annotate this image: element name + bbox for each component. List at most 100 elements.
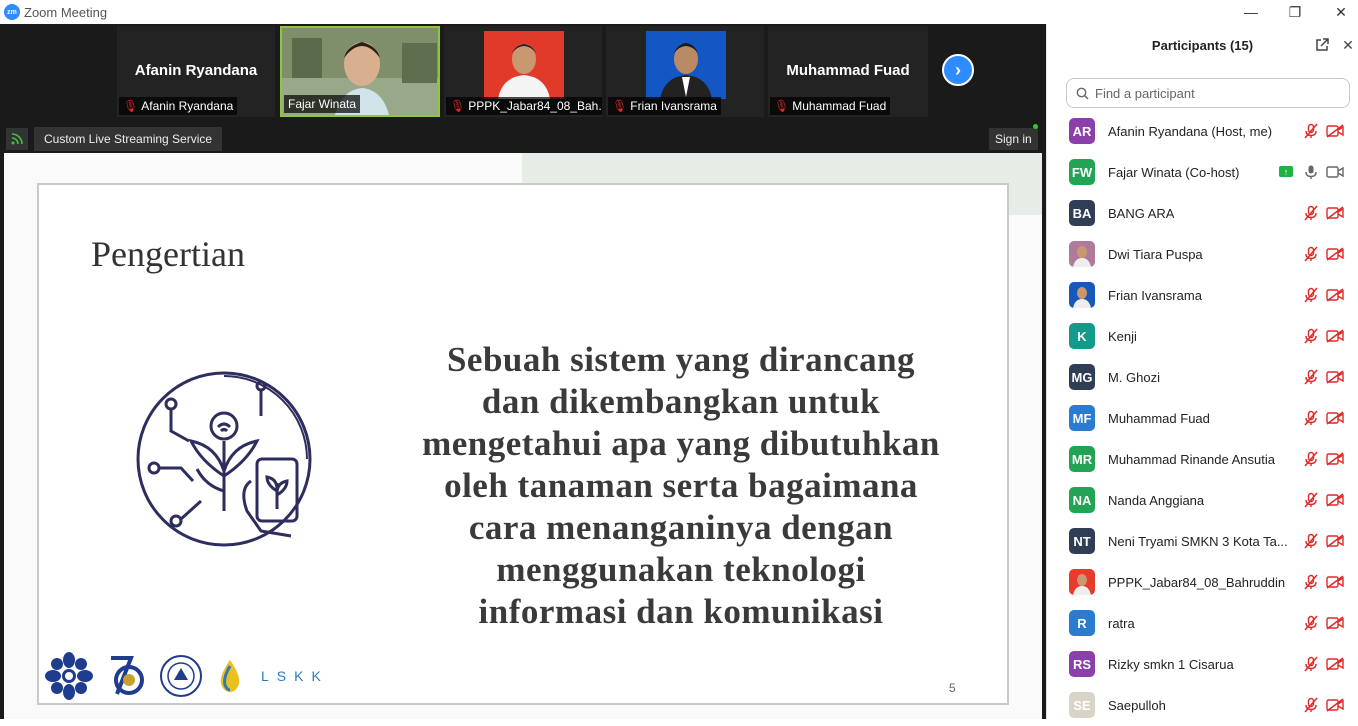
video-off-icon[interactable] xyxy=(1326,698,1344,712)
video-off-icon[interactable] xyxy=(1326,370,1344,384)
avatar: BA xyxy=(1069,200,1095,226)
participant-row[interactable]: MF Muhammad Fuad xyxy=(1047,398,1358,439)
anniversary-75-logo-icon xyxy=(111,656,144,695)
mic-muted-icon[interactable] xyxy=(1303,123,1319,139)
video-off-icon[interactable] xyxy=(1326,575,1344,589)
video-off-icon[interactable] xyxy=(1326,206,1344,220)
restore-icon[interactable]: ❐ xyxy=(1272,0,1318,24)
tile-label-text: PPPK_Jabar84_08_Bah... xyxy=(468,99,602,113)
avatar: SE xyxy=(1069,692,1095,718)
video-off-icon[interactable] xyxy=(1326,452,1344,466)
tile-label-text: Frian Ivansrama xyxy=(630,99,717,113)
video-off-icon[interactable] xyxy=(1326,124,1344,138)
flower-logo-icon xyxy=(45,652,93,700)
participant-name: Neni Tryami SMKN 3 Kota Ta... xyxy=(1108,534,1288,549)
tile-label-text: Afanin Ryandana xyxy=(141,99,234,113)
mic-muted-icon[interactable] xyxy=(1303,574,1319,590)
mic-muted-icon[interactable] xyxy=(1303,287,1319,303)
mic-muted-icon[interactable] xyxy=(1303,328,1319,344)
participant-name: Fajar Winata (Co-host) xyxy=(1108,165,1240,180)
participants-panel: Participants (15) ✕ AR Afanin Ryandana (H… xyxy=(1046,24,1358,719)
slide-body-line: cara menanganinya dengan xyxy=(468,508,894,547)
participant-name: Saepulloh xyxy=(1108,698,1166,713)
video-tile[interactable]: Afanin Ryandana 🎙︎ Afanin Ryandana xyxy=(117,26,275,117)
tile-label: 🎙︎ PPPK_Jabar84_08_Bah... xyxy=(446,97,602,115)
participant-name: Dwi Tiara Puspa xyxy=(1108,247,1203,262)
avatar: RS xyxy=(1069,651,1095,677)
video-off-icon[interactable] xyxy=(1326,288,1344,302)
participant-row[interactable]: NA Nanda Anggiana xyxy=(1047,480,1358,521)
participant-row[interactable]: MR Muhammad Rinande Ansutia xyxy=(1047,439,1358,480)
avatar xyxy=(1069,282,1095,308)
participant-row[interactable]: Rratra xyxy=(1047,603,1358,644)
shared-slide: Pengertian Sebuah sistem yang dirancang … xyxy=(4,153,1042,719)
participant-row[interactable]: Dwi Tiara Puspa xyxy=(1047,234,1358,275)
participant-row[interactable]: AR Afanin Ryandana (Host, me) xyxy=(1047,111,1358,152)
slide-body-line: Sebuah sistem yang dirancang xyxy=(446,340,916,379)
video-off-icon[interactable] xyxy=(1326,657,1344,671)
mic-icon[interactable] xyxy=(1303,164,1319,180)
slide-body-line: oleh tanaman serta bagaimana xyxy=(444,466,918,505)
mic-muted-icon[interactable] xyxy=(1303,205,1319,221)
mic-muted-icon[interactable] xyxy=(1303,369,1319,385)
video-icon[interactable] xyxy=(1326,165,1344,179)
video-off-icon[interactable] xyxy=(1326,616,1344,630)
video-tile-active-speaker[interactable]: Fajar Winata xyxy=(280,26,440,117)
video-off-icon[interactable] xyxy=(1326,493,1344,507)
video-tile[interactable]: 🎙︎ PPPK_Jabar84_08_Bah... xyxy=(444,26,602,117)
participant-name: Frian Ivansrama xyxy=(1108,288,1202,303)
slide-body-line: informasi dan komunikasi xyxy=(478,592,884,631)
avatar xyxy=(1069,569,1095,595)
participant-name: M. Ghozi xyxy=(1108,370,1161,385)
video-tile[interactable]: 🎙︎ Frian Ivansrama xyxy=(606,26,764,117)
participant-name: PPPK_Jabar84_08_Bahruddin xyxy=(1108,575,1286,590)
live-streaming-label[interactable]: Custom Live Streaming Service xyxy=(34,127,223,151)
participant-name: Afanin Ryandana (Host, me) xyxy=(1108,124,1273,139)
video-off-icon[interactable] xyxy=(1326,534,1344,548)
tile-label: 🎙︎ Afanin Ryandana xyxy=(119,97,238,115)
minimize-icon[interactable]: — xyxy=(1228,0,1274,24)
screen-share-icon: ↑ xyxy=(1279,166,1293,177)
participant-row[interactable]: FW Fajar Winata (Co-host) ↑ xyxy=(1047,152,1358,193)
participant-row[interactable]: K Kenji xyxy=(1047,316,1358,357)
streaming-bar: Custom Live Streaming Service Sign in xyxy=(0,119,1046,155)
mic-muted-icon[interactable] xyxy=(1303,533,1319,549)
mic-muted-icon[interactable] xyxy=(1303,656,1319,672)
participant-row[interactable]: MG M. Ghozi xyxy=(1047,357,1358,398)
rss-icon[interactable] xyxy=(6,128,28,150)
video-strip: Afanin Ryandana 🎙︎ Afanin Ryandana Fajar… xyxy=(0,24,1046,119)
video-off-icon[interactable] xyxy=(1326,247,1344,261)
profile-photo xyxy=(484,31,564,99)
mic-muted-icon[interactable] xyxy=(1303,451,1319,467)
participant-row[interactable]: Frian Ivansrama xyxy=(1047,275,1358,316)
mic-muted-icon[interactable] xyxy=(1303,246,1319,262)
avatar xyxy=(1069,241,1095,267)
mic-muted-icon[interactable] xyxy=(1303,492,1319,508)
mic-muted-icon[interactable] xyxy=(1303,410,1319,426)
university-seal-icon xyxy=(160,655,202,697)
avatar: NT xyxy=(1069,528,1095,554)
video-tile[interactable]: Muhammad Fuad 🎙︎ Muhammad Fuad xyxy=(768,26,928,117)
close-panel-icon[interactable]: ✕ xyxy=(1339,36,1357,54)
search-input[interactable] xyxy=(1095,85,1335,101)
participant-name: BANG ARA xyxy=(1108,206,1175,221)
participant-row[interactable]: SE Saepulloh xyxy=(1047,685,1358,726)
participant-row[interactable]: RS Rizky smkn 1 Cisarua xyxy=(1047,644,1358,685)
sign-in-button[interactable]: Sign in xyxy=(989,128,1038,150)
slide-page-number: 5 xyxy=(949,681,956,695)
participant-row[interactable]: BA BANG ARA xyxy=(1047,193,1358,234)
avatar: MF xyxy=(1069,405,1095,431)
smart-farming-icon xyxy=(136,371,312,547)
search-field[interactable] xyxy=(1066,78,1350,108)
status-dot xyxy=(1033,124,1038,129)
close-icon[interactable]: ✕ xyxy=(1318,0,1358,24)
participant-name: Rizky smkn 1 Cisarua xyxy=(1108,657,1234,672)
pop-out-icon[interactable] xyxy=(1313,36,1331,54)
video-off-icon[interactable] xyxy=(1326,411,1344,425)
participant-row[interactable]: NT Neni Tryami SMKN 3 Kota Ta... xyxy=(1047,521,1358,562)
mic-muted-icon[interactable] xyxy=(1303,615,1319,631)
mic-muted-icon[interactable] xyxy=(1303,697,1319,713)
next-page-arrow-icon[interactable]: › xyxy=(942,54,974,86)
participant-row[interactable]: PPPK_Jabar84_08_Bahruddin xyxy=(1047,562,1358,603)
video-off-icon[interactable] xyxy=(1326,329,1344,343)
